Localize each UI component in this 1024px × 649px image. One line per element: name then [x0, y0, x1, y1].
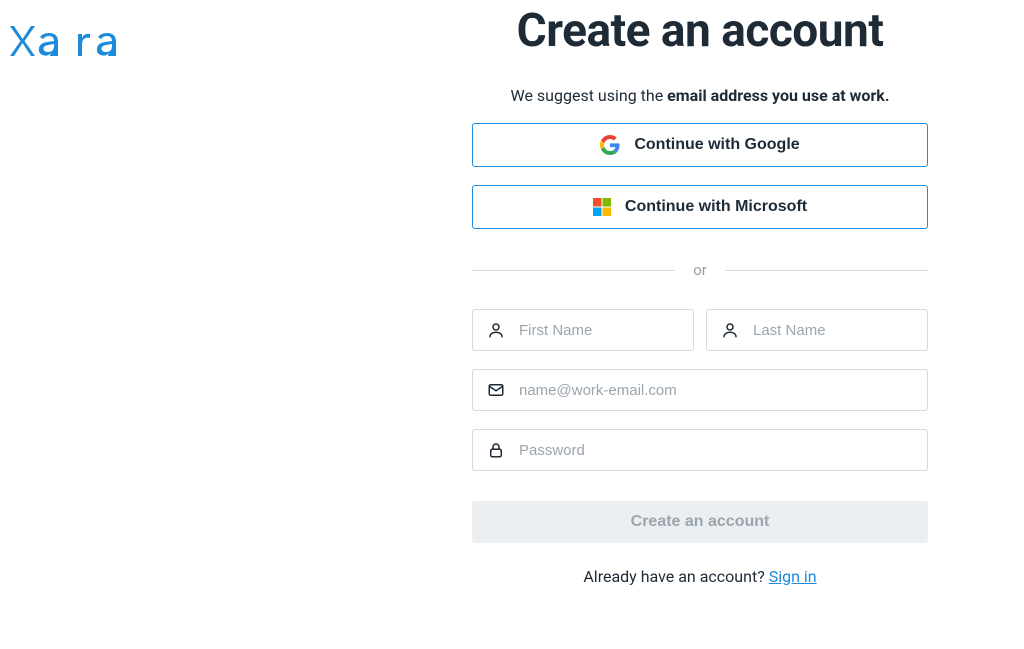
xara-logo — [8, 24, 138, 62]
password-field[interactable] — [519, 442, 913, 459]
continue-google-button[interactable]: Continue with Google — [472, 123, 928, 167]
divider-line-left — [472, 270, 675, 271]
suggest-bold: email address you use at work. — [667, 86, 889, 105]
continue-microsoft-label: Continue with Microsoft — [625, 198, 807, 216]
last-name-field[interactable] — [753, 322, 913, 339]
lock-icon — [487, 441, 505, 459]
continue-microsoft-button[interactable]: Continue with Microsoft — [472, 185, 928, 229]
microsoft-icon — [593, 198, 611, 216]
create-account-button[interactable]: Create an account — [472, 501, 928, 543]
divider-label: or — [693, 261, 707, 279]
first-name-field[interactable] — [519, 322, 679, 339]
signin-prompt: Already have an account? Sign in — [472, 567, 928, 586]
divider-line-right — [725, 270, 928, 271]
signin-prompt-text: Already have an account? — [583, 567, 768, 586]
page-title: Create an account — [472, 4, 928, 58]
email-field-wrapper — [472, 369, 928, 411]
person-icon — [721, 321, 739, 339]
person-icon — [487, 321, 505, 339]
password-field-wrapper — [472, 429, 928, 471]
first-name-field-wrapper — [472, 309, 694, 351]
suggest-prefix: We suggest using the — [511, 86, 668, 105]
last-name-field-wrapper — [706, 309, 928, 351]
divider: or — [472, 261, 928, 279]
email-field[interactable] — [519, 382, 913, 399]
mail-icon — [487, 381, 505, 399]
google-icon — [600, 135, 620, 155]
name-row — [472, 309, 928, 351]
signin-link[interactable]: Sign in — [769, 567, 817, 586]
suggest-text: We suggest using the email address you u… — [472, 86, 928, 105]
continue-google-label: Continue with Google — [634, 136, 799, 154]
signup-panel: Create an account We suggest using the e… — [472, 4, 928, 586]
